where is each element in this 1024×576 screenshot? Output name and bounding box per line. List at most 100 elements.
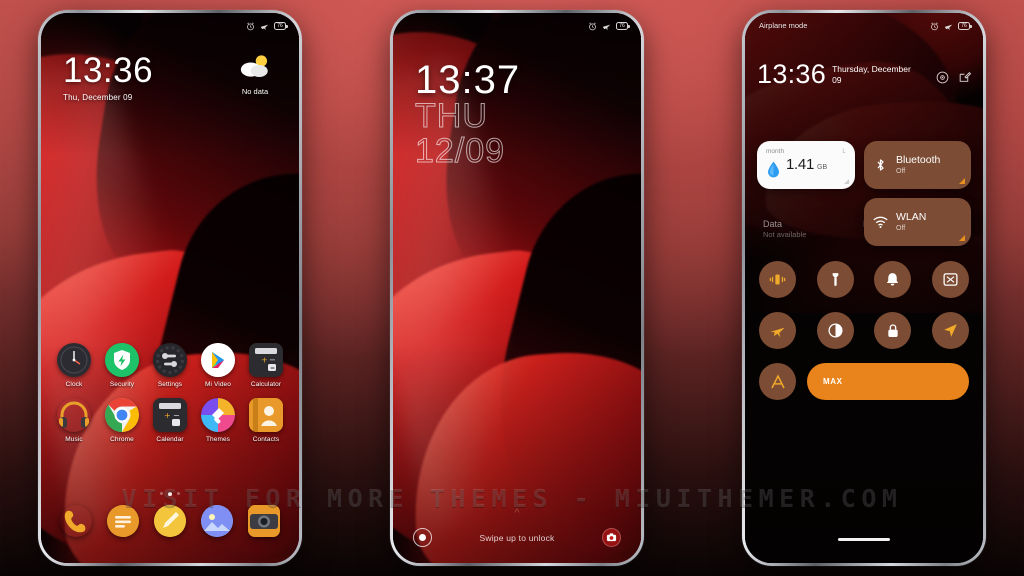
- flashlight-circle-icon[interactable]: [413, 528, 432, 547]
- toggle-dark-mode[interactable]: [816, 312, 854, 349]
- airplane-icon: [260, 24, 269, 30]
- tile-corner-marker[interactable]: [959, 178, 965, 184]
- app-mi-video[interactable]: Mi Video: [195, 343, 241, 388]
- toggle-row-2: [759, 312, 969, 349]
- camera-icon[interactable]: [247, 505, 280, 537]
- home-indicator[interactable]: [838, 537, 890, 541]
- alarm-icon: [931, 21, 938, 30]
- app-settings[interactable]: Settings: [147, 343, 193, 388]
- home-clock-widget[interactable]: 13:36 Thu, December 09: [63, 53, 153, 102]
- svg-text:−: −: [269, 356, 276, 365]
- app-label: Calendar: [156, 436, 184, 443]
- shade-date: Thursday, December 09: [832, 64, 911, 85]
- flashlight-icon: [832, 273, 838, 286]
- edit-pencil-icon[interactable]: [958, 71, 971, 84]
- status-bar: 76: [393, 13, 641, 39]
- svg-text:+: +: [261, 356, 268, 365]
- weather-label: No data: [241, 87, 269, 96]
- security-shield-icon: [105, 343, 139, 377]
- chrome-icon: [105, 398, 139, 432]
- tile-label: WLAN: [896, 211, 927, 224]
- airplane-icon: [944, 24, 953, 30]
- alarm-icon: [589, 21, 596, 30]
- calculator-icon: + − =: [249, 343, 283, 377]
- toggle-ringer[interactable]: [874, 261, 912, 298]
- alarm-icon: [247, 21, 254, 30]
- tile-wlan[interactable]: WLAN Off: [864, 198, 971, 246]
- app-themes[interactable]: Themes: [195, 398, 241, 443]
- toggle-auto-brightness[interactable]: [759, 363, 796, 400]
- screenshot-icon: [943, 273, 958, 286]
- toggle-screenshot[interactable]: [931, 261, 969, 298]
- partly-cloudy-icon: [240, 55, 268, 77]
- toggle-location[interactable]: [931, 312, 969, 349]
- clock-icon: [57, 343, 91, 377]
- battery-icon: 76: [958, 22, 972, 30]
- phone-3-screen[interactable]: Airplane mode 76 13:36 Thursday, Decembe…: [745, 13, 983, 563]
- contacts-icon: [249, 398, 283, 432]
- battery-icon: 76: [274, 22, 288, 30]
- mi-video-icon: [201, 343, 235, 377]
- app-security[interactable]: Security: [99, 343, 145, 388]
- battery-icon: 76: [616, 22, 630, 30]
- toggle-airplane-mode[interactable]: [759, 312, 796, 349]
- app-calendar[interactable]: + − Calendar: [147, 398, 193, 443]
- app-label: Calculator: [250, 381, 282, 388]
- lock-clock-time: 13:37: [415, 58, 521, 102]
- toggle-flashlight[interactable]: [816, 261, 854, 298]
- phone-1-screen[interactable]: 76 13:36 Thu, December 09 No data Clock …: [41, 13, 299, 563]
- app-grid: Clock Security Settings Mi Video + − = C…: [41, 343, 299, 453]
- toggle-lock[interactable]: [874, 312, 912, 349]
- bell-icon: [887, 273, 899, 286]
- app-row-2: Music Chrome + − Calendar Themes Contact…: [51, 398, 289, 443]
- airplane-icon: [602, 24, 611, 30]
- phone-2-screen[interactable]: 76 13:37 THU 12/09 ^ Swipe up to unlock: [393, 13, 641, 563]
- lock-icon: [888, 323, 898, 337]
- bluetooth-icon: [877, 159, 884, 171]
- svg-text:=: =: [270, 365, 275, 372]
- toggle-vibration[interactable]: [759, 261, 796, 298]
- camera-icon[interactable]: [602, 528, 621, 547]
- airplane-icon: [770, 327, 785, 338]
- tile-label: Bluetooth: [896, 154, 941, 167]
- brightness-slider[interactable]: MAX: [807, 363, 969, 400]
- data-usage-edge-label: L: [842, 148, 846, 155]
- notes-pencil-icon[interactable]: [153, 505, 186, 537]
- shade-header: 13:36 Thursday, December 09: [757, 61, 971, 88]
- lock-clock-weekday: THU: [414, 97, 488, 135]
- shade-time: 13:36: [757, 59, 827, 89]
- messages-icon[interactable]: [107, 505, 140, 537]
- app-contacts[interactable]: Contacts: [243, 398, 289, 443]
- phone-3-notification-shade: Airplane mode 76 13:36 Thursday, Decembe…: [742, 10, 986, 566]
- app-music[interactable]: Music: [51, 398, 97, 443]
- settings-gear-icon[interactable]: [936, 71, 949, 84]
- tile-corner-marker[interactable]: [959, 235, 965, 241]
- toggle-row-1: [759, 261, 969, 298]
- vibrate-icon: [769, 274, 786, 285]
- app-row-1: Clock Security Settings Mi Video + − = C…: [51, 343, 289, 388]
- phone-1-home-screen: 76 13:36 Thu, December 09 No data Clock …: [38, 10, 302, 566]
- tile-state: Off: [896, 167, 906, 175]
- app-calculator[interactable]: + − = Calculator: [243, 343, 289, 388]
- lock-clock-widget[interactable]: 13:37 THU 12/09: [414, 58, 521, 168]
- phone-handset-icon[interactable]: [60, 505, 92, 537]
- wifi-icon: [873, 216, 888, 228]
- page-dot: [176, 492, 180, 495]
- weather-widget[interactable]: No data: [229, 53, 281, 96]
- status-bar: 76: [41, 13, 299, 39]
- app-label: Security: [109, 381, 135, 388]
- data-usage-card[interactable]: month L 1.41 GB: [757, 141, 855, 189]
- app-label: Mi Video: [205, 381, 231, 388]
- unlock-hint: Swipe up to unlock: [479, 532, 555, 543]
- brightness-row: MAX: [759, 363, 969, 400]
- gallery-photo-icon[interactable]: [200, 505, 233, 537]
- app-label: Clock: [65, 381, 83, 388]
- clock-time: 13:36: [63, 51, 154, 90]
- themes-icon: [201, 398, 235, 432]
- app-clock[interactable]: Clock: [51, 343, 97, 388]
- brightness-label: MAX: [823, 377, 843, 386]
- app-chrome[interactable]: Chrome: [99, 398, 145, 443]
- tile-bluetooth[interactable]: Bluetooth Off: [864, 141, 971, 189]
- data-usage-period: month: [766, 148, 785, 155]
- auto-brightness-a-icon: [770, 373, 785, 388]
